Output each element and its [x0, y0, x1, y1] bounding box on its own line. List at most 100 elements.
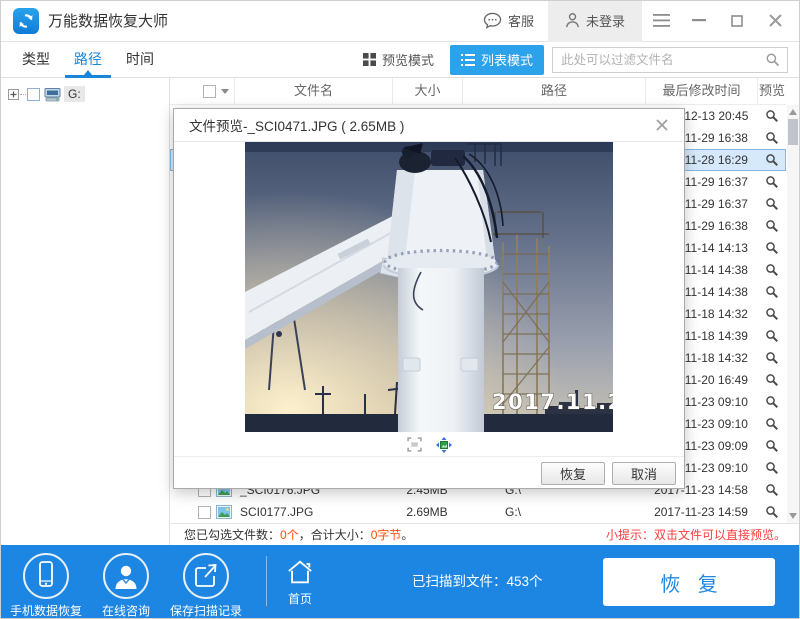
- preview-magnifier-icon[interactable]: [765, 285, 779, 299]
- preview-magnifier-icon[interactable]: [765, 329, 779, 343]
- preview-magnifier-icon[interactable]: [765, 307, 779, 321]
- status-bar: 您已勾选文件数：0个，合计大小：0字节。 小提示：双击文件可以直接预览。: [170, 523, 800, 545]
- preview-zoom-controls: [174, 437, 684, 453]
- minimize-icon: [692, 19, 706, 22]
- hamburger-icon: [653, 14, 670, 27]
- file-preview-dialog: 文件预览-_SCI0471.JPG ( 2.65MB ): [173, 108, 685, 489]
- dialog-cancel-button[interactable]: 取消: [612, 462, 676, 485]
- recover-main-button[interactable]: 恢 复: [603, 558, 775, 606]
- menu-button[interactable]: [642, 0, 680, 42]
- crane-photo-image: 2017.11.28: [245, 142, 613, 432]
- preview-magnifier-icon[interactable]: [765, 263, 779, 277]
- preview-magnifier-icon[interactable]: [765, 505, 779, 519]
- search-icon: [765, 52, 780, 67]
- preview-magnifier-icon[interactable]: [765, 197, 779, 211]
- preview-magnifier-icon[interactable]: [765, 483, 779, 497]
- file-size: 2.69MB: [392, 505, 462, 519]
- preview-magnifier-icon[interactable]: [765, 417, 779, 431]
- preview-magnifier-icon[interactable]: [765, 395, 779, 409]
- tree-connector: [20, 94, 26, 95]
- preview-magnifier-icon[interactable]: [765, 109, 779, 123]
- dialog-close-button[interactable]: [652, 115, 672, 135]
- checked-count: 0个: [280, 528, 299, 542]
- preview-magnifier-icon[interactable]: [765, 241, 779, 255]
- preview-magnifier-icon[interactable]: [765, 219, 779, 233]
- drive-label[interactable]: G:: [64, 86, 85, 102]
- preview-magnifier-icon[interactable]: [765, 373, 779, 387]
- dialog-buttons: 恢复 取消: [541, 462, 676, 485]
- scroll-up-icon[interactable]: [789, 109, 797, 115]
- column-header-path[interactable]: 路径: [462, 78, 645, 105]
- online-consult-button[interactable]: 在线咨询: [86, 545, 166, 619]
- tab-time[interactable]: 时间: [124, 42, 156, 78]
- preview-magnifier-icon[interactable]: [765, 153, 779, 167]
- login-button[interactable]: 未登录: [548, 0, 642, 42]
- preview-magnifier-icon[interactable]: [765, 439, 779, 453]
- dialog-separator: [174, 456, 684, 457]
- app-title: 万能数据恢复大师: [48, 10, 168, 31]
- filter-search-box[interactable]: [552, 47, 788, 73]
- scrollbar-thumb[interactable]: [788, 119, 798, 145]
- list-icon: [461, 54, 475, 66]
- header-checkbox-cell: [170, 78, 234, 105]
- preview-magnifier-icon[interactable]: [765, 351, 779, 365]
- close-button[interactable]: [756, 0, 794, 42]
- image-file-icon: [216, 505, 232, 519]
- close-icon: [656, 119, 668, 131]
- file-mtime: 2017-11-23 14:59: [645, 505, 757, 519]
- tab-type[interactable]: 类型: [20, 42, 52, 78]
- drive-icon: [44, 87, 61, 102]
- column-header-mtime[interactable]: 最后修改时间: [645, 78, 757, 105]
- table-scrollbar[interactable]: [787, 105, 799, 523]
- folder-tree-panel: G:: [0, 78, 170, 545]
- phone-recovery-button[interactable]: 手机数据恢复: [6, 545, 86, 619]
- home-button[interactable]: 首页: [270, 545, 330, 607]
- selection-summary: 您已勾选文件数：0个，合计大小：0字节。: [184, 526, 606, 543]
- title-bar: 万能数据恢复大师 客服 未登录: [0, 0, 800, 42]
- scanned-count-text: 已扫描到文件：453个: [412, 545, 543, 619]
- column-header-filename[interactable]: 文件名: [234, 78, 392, 105]
- row-checkbox[interactable]: [198, 506, 211, 519]
- close-icon: [769, 14, 782, 27]
- home-icon: [285, 558, 315, 586]
- list-mode-button[interactable]: 列表模式: [450, 45, 544, 75]
- preview-photo: 2017.11.28: [245, 142, 613, 432]
- grid-icon: [363, 53, 376, 66]
- tree-node-drive-g[interactable]: G:: [8, 86, 169, 102]
- dialog-recover-button[interactable]: 恢复: [541, 462, 605, 485]
- tab-path[interactable]: 路径: [72, 42, 104, 78]
- drive-checkbox[interactable]: [27, 88, 40, 101]
- search-input[interactable]: [553, 53, 765, 67]
- preview-magnifier-icon[interactable]: [765, 461, 779, 475]
- scroll-down-icon[interactable]: [789, 513, 797, 519]
- export-icon: [183, 553, 229, 599]
- phone-icon: [23, 553, 69, 599]
- file-name: SCI0177.JPG: [234, 505, 392, 519]
- user-icon: [565, 12, 580, 29]
- select-all-checkbox[interactable]: [203, 85, 216, 98]
- minimize-button[interactable]: [680, 0, 718, 42]
- chevron-down-icon[interactable]: [221, 89, 229, 94]
- consultant-icon: [103, 553, 149, 599]
- photo-timestamp: 2017.11.28: [492, 390, 613, 414]
- dialog-title-bar: 文件预览-_SCI0471.JPG ( 2.65MB ): [174, 109, 684, 142]
- dialog-title: 文件预览-_SCI0471.JPG ( 2.65MB ): [189, 115, 404, 135]
- maximize-icon: [731, 15, 743, 27]
- column-header-preview[interactable]: 预览: [757, 78, 786, 105]
- table-row[interactable]: SCI0177.JPG2.69MBG:\2017-11-23 14:59: [170, 501, 786, 523]
- preview-mode-button[interactable]: 预览模式: [363, 50, 434, 69]
- speech-bubble-icon: [483, 12, 502, 29]
- expand-plus-icon[interactable]: [8, 89, 19, 100]
- column-header-size[interactable]: 大小: [392, 78, 462, 105]
- app-logo-icon: [13, 8, 39, 34]
- footer-divider: [266, 556, 267, 606]
- maximize-button[interactable]: [718, 0, 756, 42]
- customer-support-button[interactable]: 客服: [469, 0, 548, 42]
- total-size: 0字节: [371, 528, 402, 542]
- preview-magnifier-icon[interactable]: [765, 175, 779, 189]
- actual-size-icon[interactable]: [436, 437, 452, 453]
- tip-text: 小提示：双击文件可以直接预览。: [606, 526, 786, 543]
- fit-screen-icon[interactable]: [407, 437, 422, 453]
- preview-magnifier-icon[interactable]: [765, 131, 779, 145]
- save-scan-record-button[interactable]: 保存扫描记录: [160, 545, 252, 619]
